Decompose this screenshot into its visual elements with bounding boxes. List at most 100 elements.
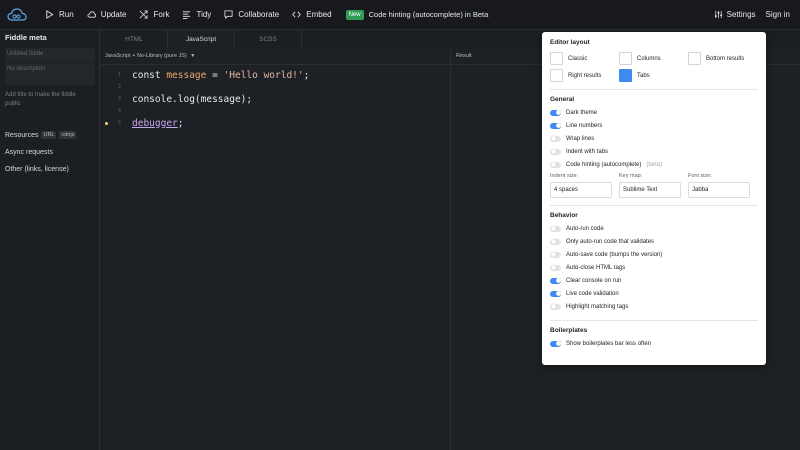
toggle-label: Highlight matching tags bbox=[566, 303, 629, 310]
collaborate-label: Collaborate bbox=[238, 10, 280, 19]
toggle-switch[interactable] bbox=[550, 148, 561, 155]
js-language-selector[interactable]: JavaScript + No-Library (pure JS) ▼ bbox=[101, 49, 450, 65]
layout-classic-icon bbox=[550, 52, 563, 65]
toggle-switch[interactable] bbox=[550, 251, 561, 258]
code-text: const message = 'Hello world!'; bbox=[132, 69, 310, 81]
tab-javascript[interactable]: JavaScript bbox=[168, 30, 235, 49]
code-line: 3 console.log(message); bbox=[101, 93, 450, 105]
editor-selects: Indent size: 4 spaces Key map: Sublime T… bbox=[550, 173, 758, 198]
toggle-switch[interactable] bbox=[550, 264, 561, 271]
update-button[interactable]: Update bbox=[87, 0, 126, 30]
layout-bottom-results[interactable]: Bottom results bbox=[688, 52, 757, 65]
toggle-live-validation[interactable]: Live code validation bbox=[550, 287, 758, 300]
code-editor[interactable]: 1 const message = 'Hello world!'; 2 3 co… bbox=[101, 65, 450, 450]
font-size-label: Font size: bbox=[688, 173, 712, 179]
run-button[interactable]: Run bbox=[45, 0, 74, 30]
divider bbox=[550, 320, 758, 321]
cloud-upload-icon bbox=[87, 11, 96, 18]
toggle-switch[interactable] bbox=[550, 238, 561, 245]
key-map-select[interactable]: Sublime Text bbox=[619, 182, 681, 198]
font-size-select[interactable]: Jabba bbox=[688, 182, 750, 198]
toggle-label: Dark theme bbox=[566, 109, 598, 116]
toggle-label: Only auto-run code that validates bbox=[566, 238, 655, 245]
toggle-auto-run[interactable]: Auto-run code bbox=[550, 222, 758, 235]
toggle-switch[interactable] bbox=[550, 135, 561, 142]
key-map-label: Key map: bbox=[619, 173, 643, 179]
layout-label: Classic bbox=[568, 55, 588, 62]
toggle-switch[interactable] bbox=[550, 122, 561, 129]
sidebar-item-async[interactable]: Async requests bbox=[5, 149, 94, 156]
fork-label: Fork bbox=[153, 10, 170, 19]
code-text: debugger; bbox=[132, 117, 184, 129]
toggle-code-hinting[interactable]: Code hinting (autocomplete) (beta) bbox=[550, 158, 758, 171]
code-icon bbox=[292, 11, 302, 18]
code-line: 1 const message = 'Hello world!'; bbox=[101, 69, 450, 81]
layout-label: Columns bbox=[637, 55, 661, 62]
toggle-clear-console[interactable]: Clear console on run bbox=[550, 274, 758, 287]
toggle-boilerplates-bar[interactable]: Show boilerplates bar less often bbox=[550, 337, 758, 350]
code-line: 2 bbox=[101, 81, 450, 93]
fiddle-title-input[interactable]: Untitled fiddle bbox=[5, 48, 95, 62]
news-link[interactable]: Code hinting (autocomplete) in Beta bbox=[369, 10, 489, 19]
key-map-group: Key map: Sublime Text bbox=[619, 173, 688, 198]
toggle-switch[interactable] bbox=[550, 225, 561, 232]
layout-tabs[interactable]: Tabs bbox=[619, 69, 688, 82]
toggle-auto-close-tags[interactable]: Auto-close HTML tags bbox=[550, 261, 758, 274]
toggle-label: Live code validation bbox=[566, 290, 619, 297]
layout-options: Classic Columns Bottom results Right res… bbox=[550, 52, 758, 82]
code-line: 5 debugger; bbox=[101, 117, 450, 129]
toggle-highlight-tags[interactable]: Highlight matching tags bbox=[550, 300, 758, 313]
divider bbox=[550, 205, 758, 206]
tab-html[interactable]: HTML bbox=[101, 30, 168, 49]
toggle-label: Auto-save code (bumps the version) bbox=[566, 251, 663, 258]
toggle-switch[interactable] bbox=[550, 161, 561, 168]
toggle-label: Auto-close HTML tags bbox=[566, 264, 626, 271]
toggle-switch[interactable] bbox=[550, 290, 561, 297]
settings-button[interactable]: Settings bbox=[714, 10, 756, 19]
run-label: Run bbox=[59, 10, 74, 19]
line-number: 4 bbox=[117, 108, 121, 114]
toggle-switch[interactable] bbox=[550, 340, 561, 347]
layout-bottom-icon bbox=[688, 52, 701, 65]
toggle-indent-tabs[interactable]: Indent with tabs bbox=[550, 145, 758, 158]
toggle-switch[interactable] bbox=[550, 303, 561, 310]
toggle-label: Code hinting (autocomplete) bbox=[566, 161, 642, 168]
toggle-switch[interactable] bbox=[550, 109, 561, 116]
tidy-button[interactable]: Tidy bbox=[182, 0, 211, 30]
code-line: 4 bbox=[101, 105, 450, 117]
editor-layout-title: Editor layout bbox=[550, 39, 590, 46]
layout-label: Right results bbox=[568, 72, 602, 79]
sign-in-link[interactable]: Sign in bbox=[766, 10, 790, 19]
toggle-label: Clear console on run bbox=[566, 277, 622, 284]
embed-button[interactable]: Embed bbox=[292, 0, 332, 30]
sidebar-item-resources[interactable]: Resources URL cdnjs bbox=[5, 131, 94, 139]
sidebar-item-other[interactable]: Other (links, license) bbox=[5, 166, 94, 173]
toggle-wrap-lines[interactable]: Wrap lines bbox=[550, 132, 758, 145]
toggle-auto-run-validates[interactable]: Only auto-run code that validates bbox=[550, 235, 758, 248]
breakpoint-dot-icon[interactable] bbox=[105, 121, 108, 125]
layout-right-results[interactable]: Right results bbox=[550, 69, 619, 82]
divider bbox=[550, 89, 758, 90]
layout-columns[interactable]: Columns bbox=[619, 52, 688, 65]
cdnjs-tag[interactable]: cdnjs bbox=[59, 131, 77, 139]
collaborate-button[interactable]: Collaborate bbox=[224, 0, 279, 30]
toggle-dark-theme[interactable]: Dark theme bbox=[550, 106, 758, 119]
top-toolbar: Run Update Fork Tidy Collaborate Embed N… bbox=[0, 0, 800, 30]
layout-right-icon bbox=[550, 69, 563, 82]
tab-scss[interactable]: SCSS bbox=[235, 30, 302, 49]
toggle-line-numbers[interactable]: Line numbers bbox=[550, 119, 758, 132]
layout-columns-icon bbox=[619, 52, 632, 65]
line-number: 1 bbox=[117, 72, 121, 78]
layout-classic[interactable]: Classic bbox=[550, 52, 619, 65]
fiddle-description-input[interactable]: No description bbox=[5, 63, 95, 85]
fork-button[interactable]: Fork bbox=[139, 0, 169, 30]
toggle-label: Indent with tabs bbox=[566, 148, 609, 155]
line-number: 3 bbox=[117, 96, 121, 102]
url-tag[interactable]: URL bbox=[41, 131, 57, 139]
indent-size-select[interactable]: 4 spaces bbox=[550, 182, 612, 198]
jsfiddle-logo[interactable] bbox=[2, 0, 32, 30]
toggle-switch[interactable] bbox=[550, 277, 561, 284]
toggle-auto-save[interactable]: Auto-save code (bumps the version) bbox=[550, 248, 758, 261]
play-icon bbox=[46, 10, 54, 19]
indent-size-label: Indent size: bbox=[550, 173, 579, 179]
